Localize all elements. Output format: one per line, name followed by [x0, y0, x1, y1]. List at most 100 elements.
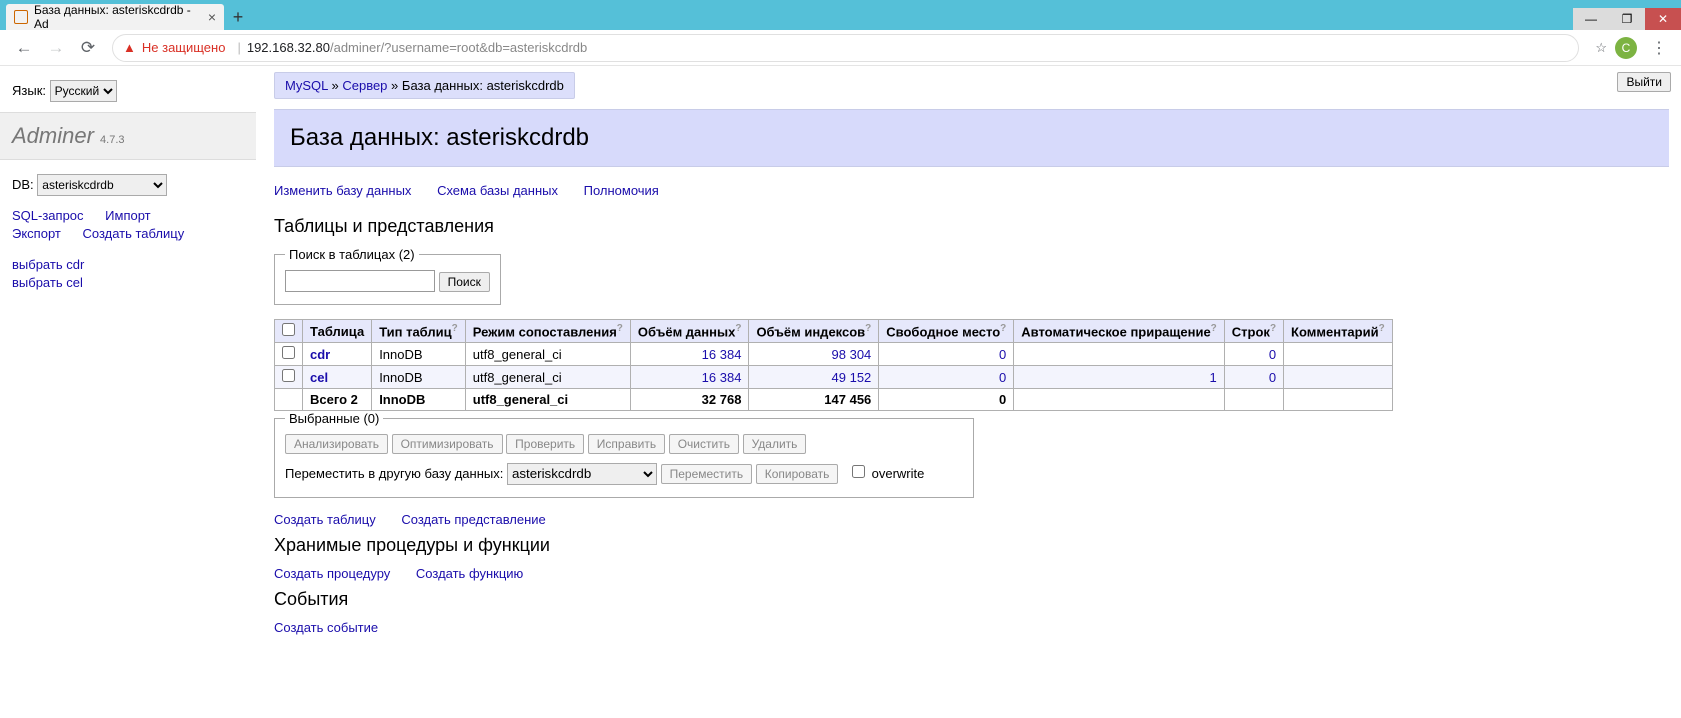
truncate-button[interactable]	[669, 434, 739, 454]
footer-data-len: 32 768	[630, 389, 749, 411]
favicon-icon	[14, 10, 28, 24]
link-create-table[interactable]: Создать таблицу	[274, 512, 376, 527]
forward-button[interactable]: →	[44, 36, 68, 60]
table-link-cel[interactable]: cel	[310, 370, 328, 385]
url-host: 192.168.32.80	[247, 40, 330, 55]
help-icon[interactable]: ?	[452, 323, 458, 334]
window-controls: — ❐ ✕	[1573, 8, 1681, 30]
search-input[interactable]	[285, 270, 435, 292]
cell-data-free[interactable]: 0	[999, 347, 1006, 362]
sidebar-link-create-table[interactable]: Создать таблицу	[82, 226, 184, 241]
overwrite-checkbox[interactable]	[852, 465, 865, 478]
col-auto-inc[interactable]: Автоматическое приращение?	[1014, 320, 1225, 343]
search-button[interactable]	[439, 272, 490, 292]
db-select[interactable]: asteriskcdrdb	[37, 174, 167, 196]
cell-engine: InnoDB	[372, 343, 466, 366]
sidebar-link-export[interactable]: Экспорт	[12, 226, 61, 241]
help-icon[interactable]: ?	[1270, 323, 1276, 334]
col-data-free[interactable]: Свободное место?	[879, 320, 1014, 343]
sidebar-link-sql[interactable]: SQL-запрос	[12, 208, 84, 223]
menu-icon[interactable]: ⋮	[1645, 38, 1673, 58]
cell-data-len[interactable]: 16 384	[702, 370, 742, 385]
window-maximize-button[interactable]: ❐	[1609, 8, 1645, 30]
table-link-cdr[interactable]: cdr	[310, 347, 330, 362]
cell-rows[interactable]: 0	[1269, 370, 1276, 385]
window-close-button[interactable]: ✕	[1645, 8, 1681, 30]
cell-collation: utf8_general_ci	[465, 366, 630, 389]
logout-button[interactable]	[1617, 72, 1671, 92]
bookmark-icon[interactable]: ☆	[1595, 40, 1607, 56]
cell-rows[interactable]: 0	[1269, 347, 1276, 362]
link-alter-db[interactable]: Изменить базу данных	[274, 183, 411, 198]
analyze-button[interactable]	[285, 434, 388, 454]
breadcrumb-server[interactable]: Сервер	[342, 78, 387, 93]
cell-auto-inc[interactable]: 1	[1210, 370, 1217, 385]
help-icon[interactable]: ?	[1379, 323, 1385, 334]
link-create-event[interactable]: Создать событие	[274, 620, 378, 635]
sidebar-table-list: выбрать cdr выбрать cel	[12, 257, 246, 290]
cell-comment	[1284, 366, 1393, 389]
search-fieldset: Поиск в таблицах (2)	[274, 247, 501, 305]
link-schema[interactable]: Схема базы данных	[437, 183, 558, 198]
link-create-view[interactable]: Создать представление	[401, 512, 545, 527]
back-button[interactable]: ←	[12, 36, 36, 60]
sidebar-link-import[interactable]: Импорт	[105, 208, 150, 223]
db-label: DB:	[12, 177, 34, 192]
row-check[interactable]	[282, 369, 295, 382]
browser-tab[interactable]: База данных: asteriskcdrdb - Ad ×	[6, 4, 224, 30]
address-bar[interactable]: ▲ Не защищено | 192.168.32.80/adminer/?u…	[112, 34, 1579, 62]
new-tab-button[interactable]: +	[224, 4, 252, 30]
drop-button[interactable]	[743, 434, 807, 454]
check-all[interactable]	[282, 323, 295, 336]
profile-avatar[interactable]: С	[1615, 37, 1637, 59]
col-index-len[interactable]: Объём индексов?	[749, 320, 879, 343]
reload-button[interactable]: ⟳	[76, 36, 100, 60]
link-create-function[interactable]: Создать функцию	[416, 566, 523, 581]
col-data-len[interactable]: Объём данных?	[630, 320, 749, 343]
move-button[interactable]	[661, 464, 753, 484]
routine-links: Создать процедуру Создать функцию	[274, 566, 1669, 581]
sidebar-table-cel[interactable]: выбрать cel	[12, 275, 246, 290]
window-minimize-button[interactable]: —	[1573, 8, 1609, 30]
sidebar-table-cdr[interactable]: выбрать cdr	[12, 257, 246, 272]
cell-comment	[1284, 343, 1393, 366]
footer-collation: utf8_general_ci	[465, 389, 630, 411]
cell-collation: utf8_general_ci	[465, 343, 630, 366]
check-button[interactable]	[506, 434, 584, 454]
repair-button[interactable]	[588, 434, 665, 454]
col-check	[275, 320, 303, 343]
col-collation[interactable]: Режим сопоставления?	[465, 320, 630, 343]
cell-data-len[interactable]: 16 384	[702, 347, 742, 362]
browser-toolbar: ← → ⟳ ▲ Не защищено | 192.168.32.80/admi…	[0, 30, 1681, 66]
breadcrumb-db: База данных: asteriskcdrdb	[402, 78, 564, 93]
row-check[interactable]	[282, 346, 295, 359]
overwrite-label[interactable]: overwrite	[848, 466, 924, 481]
help-icon[interactable]: ?	[1000, 323, 1006, 334]
footer-label: Всего 2	[303, 389, 372, 411]
col-comment[interactable]: Комментарий?	[1284, 320, 1393, 343]
help-icon[interactable]: ?	[617, 323, 623, 334]
help-icon[interactable]: ?	[865, 323, 871, 334]
col-rows[interactable]: Строк?	[1224, 320, 1283, 343]
language-select[interactable]: Русский	[50, 80, 117, 102]
link-privileges[interactable]: Полномочия	[584, 183, 659, 198]
language-label: Язык:	[12, 83, 46, 98]
help-icon[interactable]: ?	[1211, 323, 1217, 334]
cell-index-len[interactable]: 98 304	[832, 347, 872, 362]
col-engine[interactable]: Тип таблиц?	[372, 320, 466, 343]
heading-events: События	[274, 589, 1669, 610]
cell-data-free[interactable]: 0	[999, 370, 1006, 385]
footer-data-free: 0	[879, 389, 1014, 411]
move-db-select[interactable]: asteriskcdrdb	[507, 463, 657, 485]
copy-button[interactable]	[756, 464, 839, 484]
breadcrumb-mysql[interactable]: MySQL	[285, 78, 328, 93]
close-icon[interactable]: ×	[208, 9, 216, 25]
breadcrumb-sep: »	[331, 78, 338, 93]
cell-index-len[interactable]: 49 152	[832, 370, 872, 385]
col-table[interactable]: Таблица	[303, 320, 372, 343]
heading-tables: Таблицы и представления	[274, 216, 1669, 237]
help-icon[interactable]: ?	[735, 323, 741, 334]
optimize-button[interactable]	[392, 434, 503, 454]
url-path: /adminer/?username=root&db=asteriskcdrdb	[330, 40, 587, 55]
link-create-procedure[interactable]: Создать процедуру	[274, 566, 390, 581]
